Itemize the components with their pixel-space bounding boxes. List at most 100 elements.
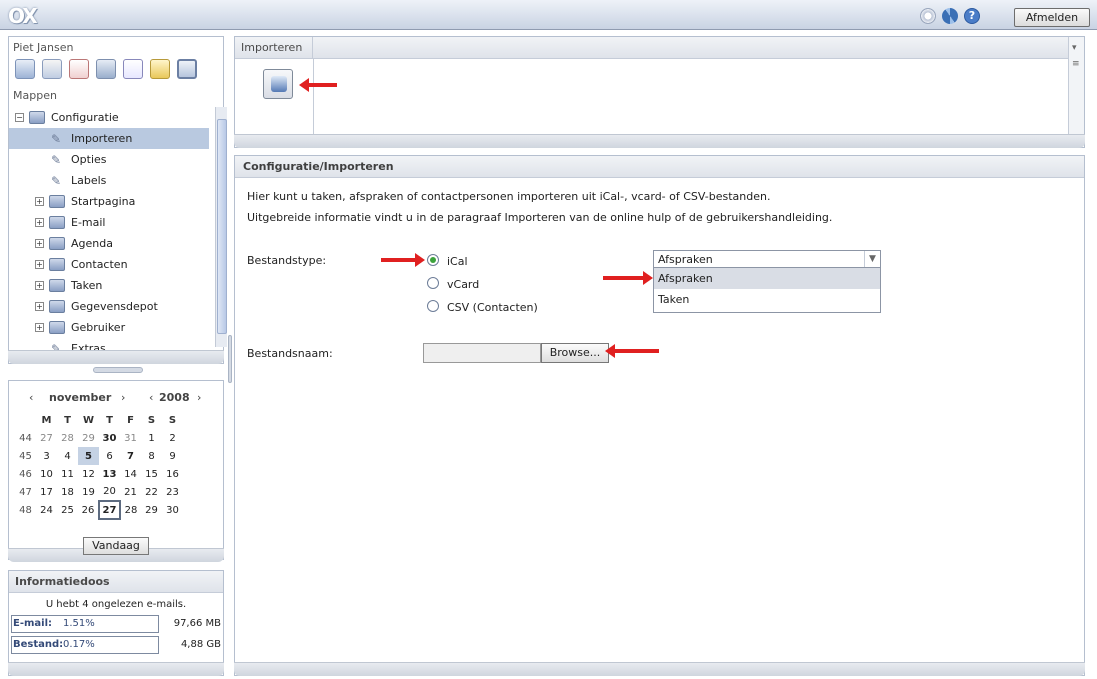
prev-year-icon[interactable]: ‹ (149, 391, 153, 404)
calendar-day[interactable]: 27 (98, 500, 121, 520)
folder-tree-item[interactable]: + Taken (9, 275, 209, 296)
calendar-day[interactable]: 29 (78, 429, 99, 447)
calendar-day[interactable]: 5 (78, 447, 99, 465)
week-number[interactable]: 47 (15, 483, 36, 501)
refresh-icon[interactable] (942, 8, 958, 24)
filename-input[interactable] (423, 343, 541, 363)
calendar-day[interactable]: 10 (36, 465, 57, 483)
logout-button[interactable]: Afmelden (1014, 8, 1090, 27)
folder-tree-item[interactable]: − Configuratie (9, 107, 209, 128)
dropdown-option-taken[interactable]: Taken (654, 289, 880, 310)
browse-button[interactable]: Browse... (541, 343, 609, 363)
folder-tree-item[interactable]: + Gebruiker (9, 317, 209, 338)
calendar-day[interactable]: 30 (99, 429, 120, 447)
next-year-icon[interactable]: › (197, 391, 201, 404)
calendar-day[interactable]: 29 (141, 501, 162, 519)
today-button[interactable]: Vandaag (83, 537, 149, 555)
folder-tree-item[interactable]: ✎ Labels (9, 170, 209, 191)
week-number[interactable]: 48 (15, 501, 36, 519)
tasks-icon[interactable] (123, 59, 143, 79)
folder-tree-item[interactable]: ✎ Opties (9, 149, 209, 170)
option-ical-label[interactable]: iCal (447, 255, 468, 268)
import-icon (271, 76, 287, 92)
splitter-handle[interactable] (228, 335, 232, 383)
splitter-handle-horizontal[interactable] (93, 367, 143, 373)
next-month-icon[interactable]: › (121, 391, 125, 404)
contacts-icon[interactable] (96, 59, 116, 79)
calendar-day[interactable]: 28 (57, 429, 78, 447)
calendar-day[interactable]: 30 (162, 501, 183, 519)
calendar-day[interactable]: 4 (57, 447, 78, 465)
calendar-day[interactable]: 6 (99, 447, 120, 465)
expand-icon[interactable]: + (35, 323, 44, 332)
folder-tree-label: Gebruiker (71, 321, 126, 334)
calendar-day[interactable]: 21 (120, 483, 141, 501)
collapse-icon[interactable]: ▾ (1072, 43, 1077, 53)
chevron-down-icon[interactable]: ▼ (864, 251, 880, 267)
home-icon[interactable] (15, 59, 35, 79)
radio-csv[interactable] (427, 300, 439, 312)
calendar-day[interactable]: 28 (120, 501, 141, 519)
calendar-day[interactable]: 17 (36, 483, 57, 501)
calendar-day[interactable]: 25 (57, 501, 78, 519)
dropdown-option-afspraken[interactable]: Afspraken (654, 268, 880, 289)
radio-vcard[interactable] (427, 277, 439, 289)
calendar-day[interactable]: 15 (141, 465, 162, 483)
menu-icon[interactable]: ≡ (1072, 59, 1080, 69)
intro-line-2: Uitgebreide informatie vindt u in de par… (247, 211, 833, 224)
infostore-icon[interactable] (150, 59, 170, 79)
calendar-day[interactable]: 31 (120, 429, 141, 447)
expand-icon[interactable]: + (35, 281, 44, 290)
calendar-day[interactable]: 23 (162, 483, 183, 501)
import-type-select[interactable]: Afspraken ▼ (653, 250, 881, 268)
week-number[interactable]: 46 (15, 465, 36, 483)
calendar-day[interactable]: 3 (36, 447, 57, 465)
calendar-year[interactable]: 2008 (159, 391, 190, 404)
option-vcard-label[interactable]: vCard (447, 278, 479, 291)
folder-tree-item[interactable]: ✎ Importeren (9, 128, 209, 149)
prev-month-icon[interactable]: ‹ (29, 391, 33, 404)
calendar-day[interactable]: 13 (99, 465, 120, 483)
folder-tree-item[interactable]: + Contacten (9, 254, 209, 275)
calendar-day[interactable]: 12 (78, 465, 99, 483)
calendar-day[interactable]: 24 (36, 501, 57, 519)
folder-tree-item[interactable]: + Agenda (9, 233, 209, 254)
calendar-day[interactable]: 14 (120, 465, 141, 483)
folder-tree-scrollbar[interactable] (215, 107, 227, 347)
annotation-arrow (603, 271, 653, 285)
import-button[interactable] (263, 69, 293, 99)
week-number[interactable]: 45 (15, 447, 36, 465)
calendar-day[interactable]: 2 (162, 429, 183, 447)
calendar-day[interactable]: 8 (141, 447, 162, 465)
radio-ical[interactable] (427, 254, 439, 266)
folder-tree-item[interactable]: + E-mail (9, 212, 209, 233)
calendar-day[interactable]: 22 (141, 483, 162, 501)
calendar-day[interactable]: 11 (57, 465, 78, 483)
folder-tree-item[interactable]: + Startpagina (9, 191, 209, 212)
calendar-day[interactable]: 7 (120, 447, 141, 465)
expand-icon[interactable]: + (35, 239, 44, 248)
configuration-icon[interactable] (177, 59, 197, 79)
expand-icon[interactable]: + (35, 197, 44, 206)
calendar-day[interactable]: 18 (57, 483, 78, 501)
week-number[interactable]: 44 (15, 429, 36, 447)
mail-icon[interactable] (42, 59, 62, 79)
collapse-icon[interactable]: − (15, 113, 24, 122)
calendar-day[interactable]: 19 (78, 483, 99, 501)
help-icon[interactable]: ? (964, 8, 980, 24)
calendar-day[interactable]: 1 (141, 429, 162, 447)
folder-tree-item[interactable]: + Gegevensdepot (9, 296, 209, 317)
calendar-day[interactable]: 27 (36, 429, 57, 447)
option-csv-label[interactable]: CSV (Contacten) (447, 301, 538, 314)
expand-icon[interactable]: + (35, 260, 44, 269)
calendar-day[interactable]: 16 (162, 465, 183, 483)
calendar-day[interactable]: 20 (99, 483, 120, 501)
expand-icon[interactable]: + (35, 218, 44, 227)
calendar-day[interactable]: 26 (78, 501, 99, 519)
expand-icon[interactable]: + (35, 302, 44, 311)
scrollbar-thumb[interactable] (217, 119, 227, 334)
calendar-month[interactable]: november (49, 391, 111, 404)
calendar-day[interactable]: 9 (162, 447, 183, 465)
gear-icon[interactable] (920, 8, 936, 24)
calendar-icon[interactable] (69, 59, 89, 79)
